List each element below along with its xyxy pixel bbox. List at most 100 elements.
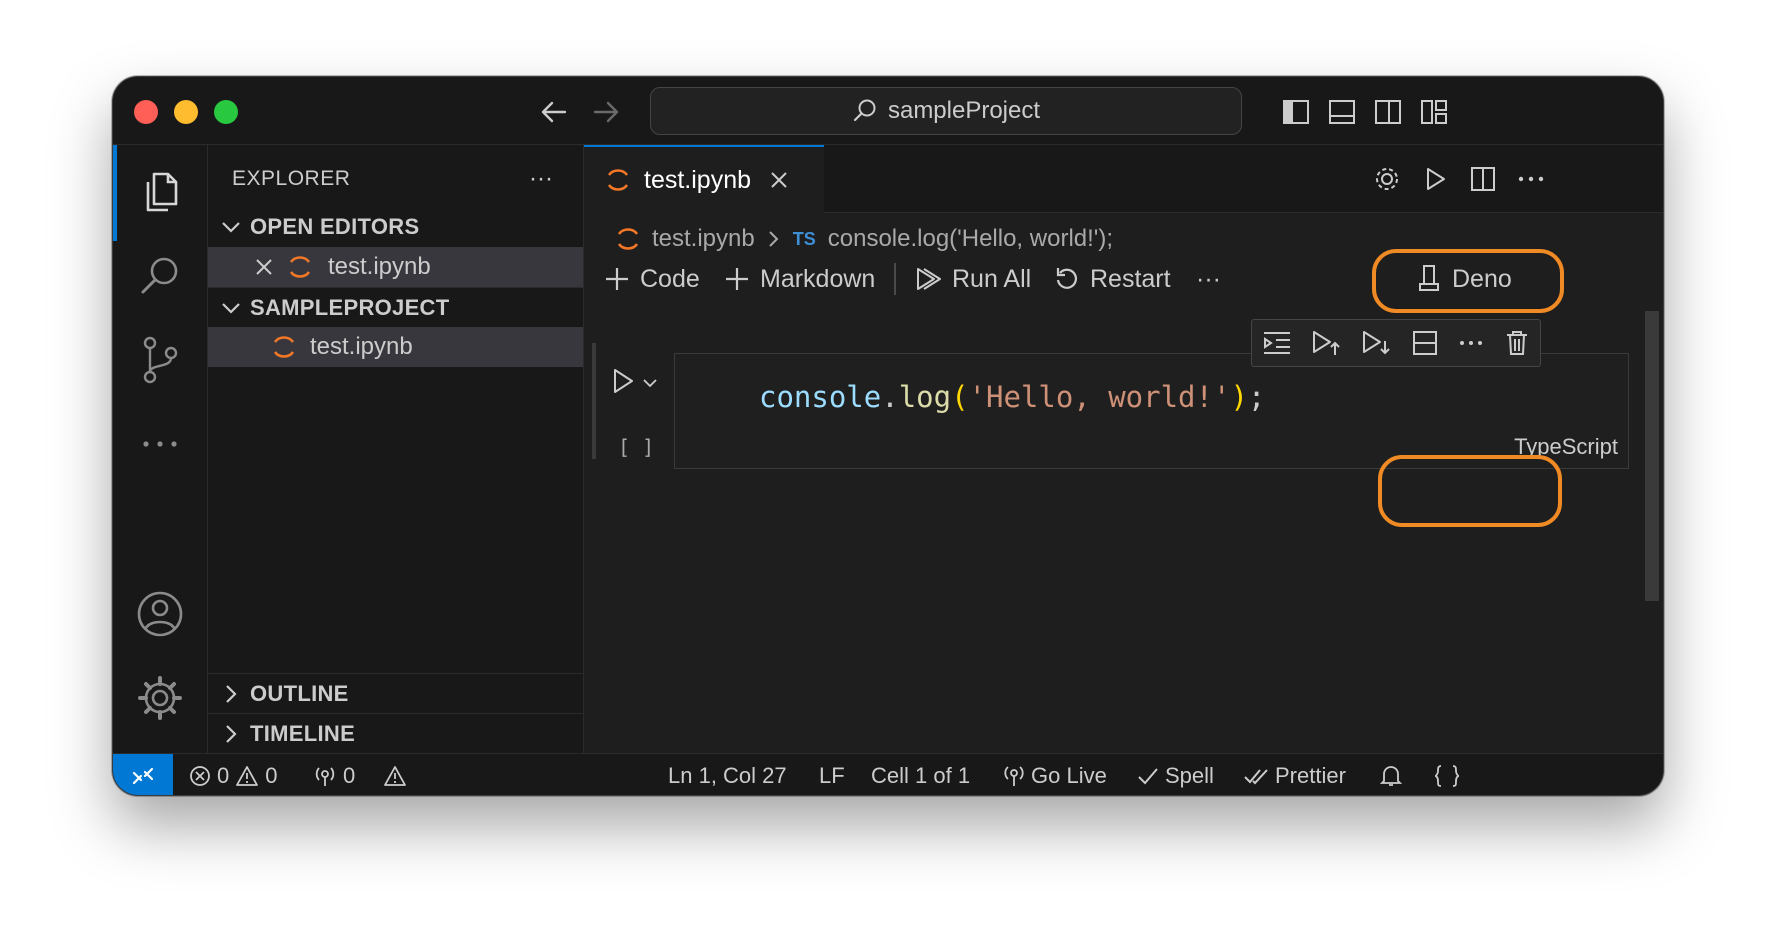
spell-label: Spell [1165,763,1214,788]
active-view-indicator [113,145,117,241]
add-code-cell-button[interactable]: Code [604,259,700,299]
go-live-label: Go Live [1031,763,1107,788]
code-cell[interactable]: console.log('Hello, world!'); TypeScript [674,353,1629,469]
split-editor-icon[interactable] [1468,164,1498,194]
code-token-close-paren: ) [1230,380,1248,414]
end-of-line[interactable]: LF [819,754,845,795]
run-all-button[interactable]: Run All [914,259,1031,299]
editor-tab-bar: test.ipynb [584,145,1663,213]
restart-kernel-button[interactable]: Restart [1054,259,1171,299]
title-bar: sampleProject [113,77,1663,145]
file-item[interactable]: test.ipynb [208,327,583,367]
error-icon [190,766,210,786]
gear-icon[interactable] [1372,164,1402,194]
add-code-label: Code [640,264,700,293]
project-folder-label: SAMPLEPROJECT [250,294,450,320]
toggle-secondary-sidebar-icon[interactable] [1373,97,1403,127]
minimize-window-button[interactable] [174,100,198,124]
code-line[interactable]: console.log('Hello, world!'); [759,380,1265,414]
jupyter-icon [617,228,639,250]
activity-manage[interactable] [135,673,185,723]
chevron-right-icon [226,724,237,743]
language-status-button[interactable] [1433,754,1461,795]
add-markdown-cell-button[interactable]: Markdown [724,259,875,299]
chevron-down-icon[interactable] [642,377,658,389]
remote-indicator-button[interactable] [113,754,173,795]
activity-more[interactable] [135,419,185,469]
timeline-header[interactable]: TIMELINE [208,713,583,753]
typescript-badge: TS [792,228,816,249]
open-editor-item[interactable]: test.ipynb [208,247,583,287]
source-control-icon [143,336,178,384]
breadcrumb-symbol[interactable]: console.log('Hello, world!'); [828,225,1113,253]
chevron-right-icon [769,231,779,247]
close-window-button[interactable] [134,100,158,124]
plus-icon [726,268,748,290]
notebook-more-button[interactable]: ··· [1196,259,1221,299]
toggle-primary-sidebar-icon[interactable] [1281,97,1311,127]
jupyter-icon [289,256,311,278]
prettier-button[interactable]: Prettier [1243,754,1346,795]
activity-search[interactable] [135,251,185,301]
outline-label: OUTLINE [250,680,349,706]
status-bar: 0 0 0 Ln 1, Col 27 LF Cell 1 of 1 Go Liv… [113,753,1663,795]
notifications-button[interactable] [1379,754,1403,795]
chevron-down-icon [222,222,240,233]
back-arrow-icon[interactable] [537,95,571,129]
braces-icon [1434,765,1460,787]
broadcast-icon [315,767,335,786]
warning-icon [236,766,259,786]
search-icon [141,257,178,294]
run-icon[interactable] [1420,164,1450,194]
execute-above-cells-icon[interactable] [1311,329,1341,357]
timeline-label: TIMELINE [250,720,356,746]
activity-bar [113,145,208,753]
remote-icon [132,767,154,785]
open-editor-filename: test.ipynb [328,253,431,280]
run-above-icon[interactable] [1262,330,1292,356]
open-editors-label: OPEN EDITORS [250,214,420,239]
toggle-panel-icon[interactable] [1327,97,1357,127]
spell-check-button[interactable]: Spell [1137,754,1214,795]
gear-icon [138,676,182,720]
breadcrumb-file[interactable]: test.ipynb [652,225,755,253]
ports-indicator[interactable]: 0 [313,754,355,795]
tab-test-ipynb[interactable]: test.ipynb [584,145,824,213]
kernel-highlight-annotation [1372,249,1564,313]
maximize-window-button[interactable] [214,100,238,124]
close-icon[interactable] [769,170,789,190]
code-token-string: 'Hello, world!' [968,380,1231,414]
activity-accounts[interactable] [135,589,185,639]
editor-scrollbar[interactable] [1645,311,1659,601]
cursor-position[interactable]: Ln 1, Col 27 [668,754,787,795]
activity-source-control[interactable] [135,335,185,385]
command-center-search[interactable]: sampleProject [650,87,1242,135]
cell-indicator[interactable]: Cell 1 of 1 [871,754,970,795]
split-cell-icon[interactable] [1411,329,1439,357]
code-token-object: console [759,380,882,414]
forward-arrow-icon[interactable] [589,95,623,129]
prettier-label: Prettier [1275,763,1346,788]
code-token-open-paren: ( [951,380,969,414]
jupyter-icon [607,169,629,191]
tab-label: test.ipynb [644,165,752,194]
run-cell-icon[interactable] [610,367,636,395]
more-icon[interactable] [1516,164,1546,194]
cell-toolbar [1251,319,1541,367]
outline-header[interactable]: OUTLINE [208,673,583,713]
problems-indicator[interactable]: 0 0 [189,754,278,795]
language-highlight-annotation [1378,455,1562,527]
notifications-warning[interactable] [383,754,407,795]
more-icon[interactable] [1458,338,1484,348]
check-icon [1138,768,1158,785]
close-icon[interactable] [254,257,274,277]
customize-layout-icon[interactable] [1419,97,1449,127]
trash-icon[interactable] [1504,329,1530,357]
project-folder-header[interactable]: SAMPLEPROJECT [208,287,583,327]
activity-explorer[interactable] [135,167,185,217]
sidebar-more-button[interactable]: ··· [529,165,553,193]
open-editors-header[interactable]: OPEN EDITORS [208,207,583,247]
execute-below-cells-icon[interactable] [1361,329,1391,357]
plus-icon [606,268,628,290]
go-live-button[interactable]: Go Live [1003,754,1107,795]
